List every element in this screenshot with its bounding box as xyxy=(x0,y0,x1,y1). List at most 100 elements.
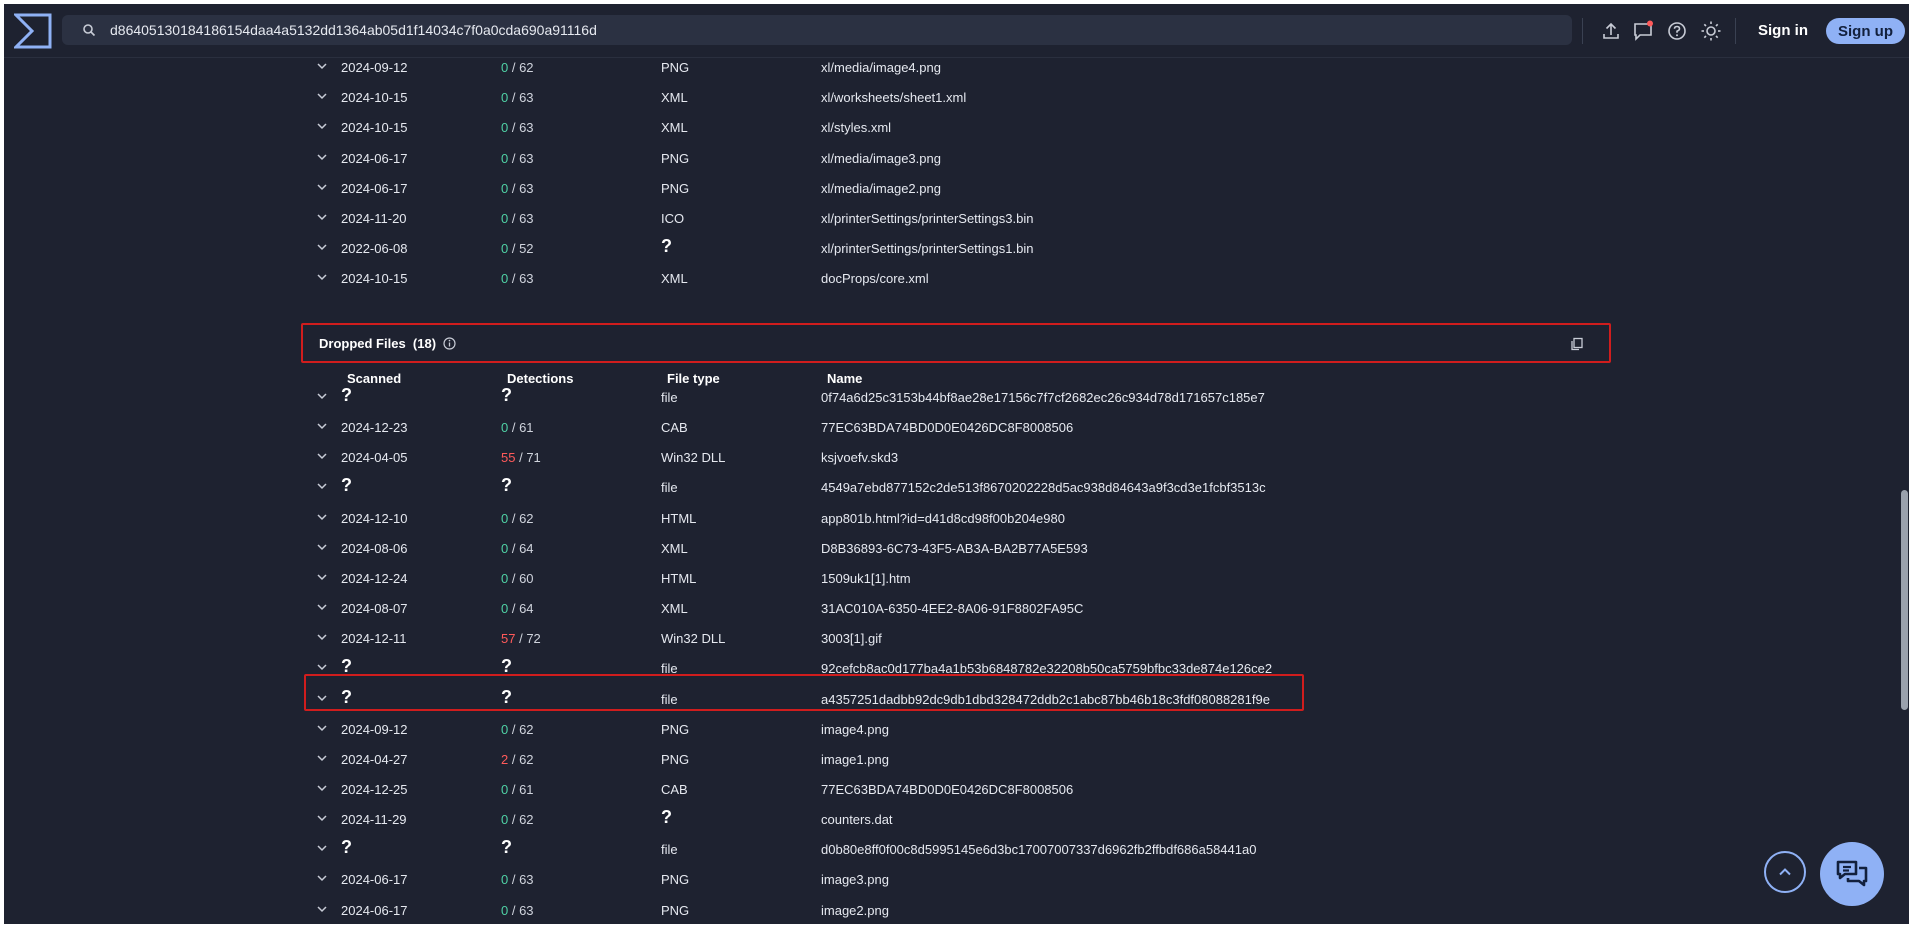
dropped-file-row[interactable]: 2024-08-07 0 / 64 XML 31AC010A-6350-4EE2-8A… xyxy=(304,593,1304,623)
chevron-down-icon[interactable] xyxy=(316,571,328,583)
file-name[interactable]: ksjvoefv.skd3 xyxy=(821,450,898,465)
file-name[interactable]: app801b.html?id=d41d8cd98f00b204e980 xyxy=(821,511,1065,526)
sun-icon[interactable] xyxy=(1700,20,1722,42)
virustotal-logo-icon[interactable] xyxy=(14,13,52,49)
chevron-down-icon[interactable] xyxy=(316,661,328,673)
chevron-down-icon[interactable] xyxy=(316,541,328,553)
chevron-down-icon[interactable] xyxy=(316,390,328,402)
chevron-down-icon[interactable] xyxy=(316,812,328,824)
scrollbar[interactable] xyxy=(1900,58,1909,924)
scanned-date: 2024-10-15 xyxy=(341,90,408,106)
file-name[interactable]: image2.png xyxy=(821,903,889,918)
dropped-file-row[interactable]: 2024-04-05 55 / 71 Win32 DLL ksjvoefv.skd3 xyxy=(304,442,1304,472)
file-name[interactable]: xl/media/image2.png xyxy=(821,181,941,196)
scanned-date: 2024-12-24 xyxy=(341,570,408,586)
chevron-down-icon[interactable] xyxy=(316,872,328,884)
scanned-date: 2024-12-25 xyxy=(341,781,408,797)
sign-in-link[interactable]: Sign in xyxy=(1758,22,1808,39)
file-name[interactable]: 0f74a6d25c3153b44bf8ae28e17156c7f7cf2682… xyxy=(821,390,1265,405)
file-name[interactable]: 77EC63BDA74BD0D0E0426DC8F8008506 xyxy=(821,782,1073,797)
dropped-file-row[interactable]: 2024-11-29 0 / 62? counters.dat xyxy=(304,804,1304,834)
file-name[interactable]: D8B36893-6C73-43F5-AB3A-BA2B77A5E593 xyxy=(821,541,1088,556)
scroll-to-top-button[interactable] xyxy=(1764,851,1806,893)
file-name[interactable]: 3003[1].gif xyxy=(821,631,882,646)
chevron-down-icon[interactable] xyxy=(316,60,328,72)
chevron-down-icon[interactable] xyxy=(316,271,328,283)
search-input[interactable] xyxy=(110,22,1510,38)
chevron-down-icon[interactable] xyxy=(316,420,328,432)
file-name[interactable]: xl/media/image4.png xyxy=(821,60,941,75)
dropped-file-row[interactable]: ?? file 4549a7ebd877152c2de513f8670202228d… xyxy=(304,472,1304,502)
chevron-down-icon[interactable] xyxy=(316,181,328,193)
chevron-down-icon[interactable] xyxy=(316,511,328,523)
file-name[interactable]: a4357251dadbb92dc9db1dbd328472ddb2c1abc8… xyxy=(821,692,1270,707)
scrollbar-thumb[interactable] xyxy=(1901,490,1908,710)
search-bar[interactable] xyxy=(62,15,1572,45)
bundled-file-row[interactable]: 2024-09-12 0 / 62 PNG xl/media/image4.png xyxy=(304,52,1304,82)
dropped-file-row[interactable]: 2024-12-24 0 / 60 HTML 1509uk1[1].htm xyxy=(304,563,1304,593)
chevron-down-icon[interactable] xyxy=(316,631,328,643)
dropped-file-row[interactable]: 2024-06-17 0 / 63 PNG image3.png xyxy=(304,864,1304,894)
copy-icon[interactable] xyxy=(1570,337,1584,351)
chevron-down-icon[interactable] xyxy=(316,120,328,132)
bundled-file-row[interactable]: 2024-10-15 0 / 63 XML docProps/core.xml xyxy=(304,263,1304,293)
bundled-file-row[interactable]: 2024-10-15 0 / 63 XML xl/styles.xml xyxy=(304,112,1304,142)
chat-icon[interactable] xyxy=(1632,20,1654,42)
bundled-file-row[interactable]: 2024-10-15 0 / 63 XML xl/worksheets/sheet1.… xyxy=(304,82,1304,112)
dropped-file-row[interactable]: ?? file 92cefcb8ac0d177ba4a1b53b6848782e32… xyxy=(304,653,1304,683)
file-name[interactable]: d0b80e8ff0f00c8d5995145e6d3bc17007007337… xyxy=(821,842,1256,857)
dropped-file-row[interactable]: 2024-06-17 0 / 63 PNG image2.png xyxy=(304,895,1304,924)
file-name[interactable]: xl/styles.xml xyxy=(821,120,891,135)
dropped-file-row[interactable]: ?? file a4357251dadbb92dc9db1dbd328472ddb2… xyxy=(304,684,1304,714)
file-name[interactable]: 77EC63BDA74BD0D0E0426DC8F8008506 xyxy=(821,420,1073,435)
chevron-down-icon[interactable] xyxy=(316,450,328,462)
file-name[interactable]: 4549a7ebd877152c2de513f8670202228d5ac938… xyxy=(821,480,1266,495)
dropped-file-row[interactable]: 2024-12-25 0 / 61 CAB 77EC63BDA74BD0D0E0426… xyxy=(304,774,1304,804)
dropped-file-row[interactable]: 2024-08-06 0 / 64 XML D8B36893-6C73-43F5-AB… xyxy=(304,533,1304,563)
chevron-down-icon[interactable] xyxy=(316,692,328,704)
bundled-file-row[interactable]: 2022-06-08 0 / 52? xl/printerSettings/prin… xyxy=(304,233,1304,263)
chevron-down-icon[interactable] xyxy=(316,752,328,764)
detections-count: 0 xyxy=(501,90,509,106)
chevron-down-icon[interactable] xyxy=(316,842,328,854)
chevron-down-icon[interactable] xyxy=(316,241,328,253)
file-name[interactable]: xl/media/image3.png xyxy=(821,151,941,166)
file-name[interactable]: counters.dat xyxy=(821,812,893,827)
chevron-down-icon[interactable] xyxy=(316,903,328,915)
dropped-file-row[interactable]: 2024-12-23 0 / 61 CAB 77EC63BDA74BD0D0E0426… xyxy=(304,412,1304,442)
file-type: XML xyxy=(661,120,688,136)
file-name[interactable]: docProps/core.xml xyxy=(821,271,929,286)
chevron-down-icon[interactable] xyxy=(316,782,328,794)
file-name[interactable]: 92cefcb8ac0d177ba4a1b53b6848782e32208b50… xyxy=(821,661,1272,676)
sign-up-button[interactable]: Sign up xyxy=(1826,18,1905,44)
chevron-down-icon[interactable] xyxy=(316,211,328,223)
file-name[interactable]: 31AC010A-6350-4EE2-8A06-91F8802FA95C xyxy=(821,601,1083,616)
help-icon[interactable] xyxy=(1666,20,1688,42)
chevron-down-icon[interactable] xyxy=(316,151,328,163)
info-icon[interactable] xyxy=(443,337,456,350)
dropped-file-row[interactable]: 2024-04-27 2 / 62 PNG image1.png xyxy=(304,744,1304,774)
file-name[interactable]: image1.png xyxy=(821,752,889,767)
file-name[interactable]: image4.png xyxy=(821,722,889,737)
dropped-file-row[interactable]: ?? file 0f74a6d25c3153b44bf8ae28e17156c7f7… xyxy=(304,382,1304,412)
chevron-down-icon[interactable] xyxy=(316,480,328,492)
detections-total: 63 xyxy=(519,180,534,196)
file-name[interactable]: xl/worksheets/sheet1.xml xyxy=(821,90,966,105)
bundled-file-row[interactable]: 2024-06-17 0 / 63 PNG xl/media/image3.png xyxy=(304,143,1304,173)
chevron-down-icon[interactable] xyxy=(316,90,328,102)
dropped-file-row[interactable]: 2024-12-11 57 / 72 Win32 DLL 3003[1].gif xyxy=(304,623,1304,653)
file-name[interactable]: xl/printerSettings/printerSettings1.bin xyxy=(821,241,1033,256)
file-name[interactable]: xl/printerSettings/printerSettings3.bin xyxy=(821,211,1033,226)
chevron-down-icon[interactable] xyxy=(316,722,328,734)
dropped-file-row[interactable]: ?? file d0b80e8ff0f00c8d5995145e6d3bc17007… xyxy=(304,834,1304,864)
dropped-file-row[interactable]: 2024-09-12 0 / 62 PNG image4.png xyxy=(304,714,1304,744)
upload-icon[interactable] xyxy=(1600,20,1622,42)
file-type: PNG xyxy=(661,150,690,166)
chevron-down-icon[interactable] xyxy=(316,601,328,613)
file-name[interactable]: image3.png xyxy=(821,872,889,887)
file-name[interactable]: 1509uk1[1].htm xyxy=(821,571,911,586)
bundled-file-row[interactable]: 2024-06-17 0 / 63 PNG xl/media/image2.png xyxy=(304,173,1304,203)
support-chat-button[interactable] xyxy=(1820,842,1884,906)
bundled-file-row[interactable]: 2024-11-20 0 / 63 ICO xl/printerSettings/pr… xyxy=(304,203,1304,233)
dropped-file-row[interactable]: 2024-12-10 0 / 62 HTML app801b.html?id=d41d… xyxy=(304,503,1304,533)
